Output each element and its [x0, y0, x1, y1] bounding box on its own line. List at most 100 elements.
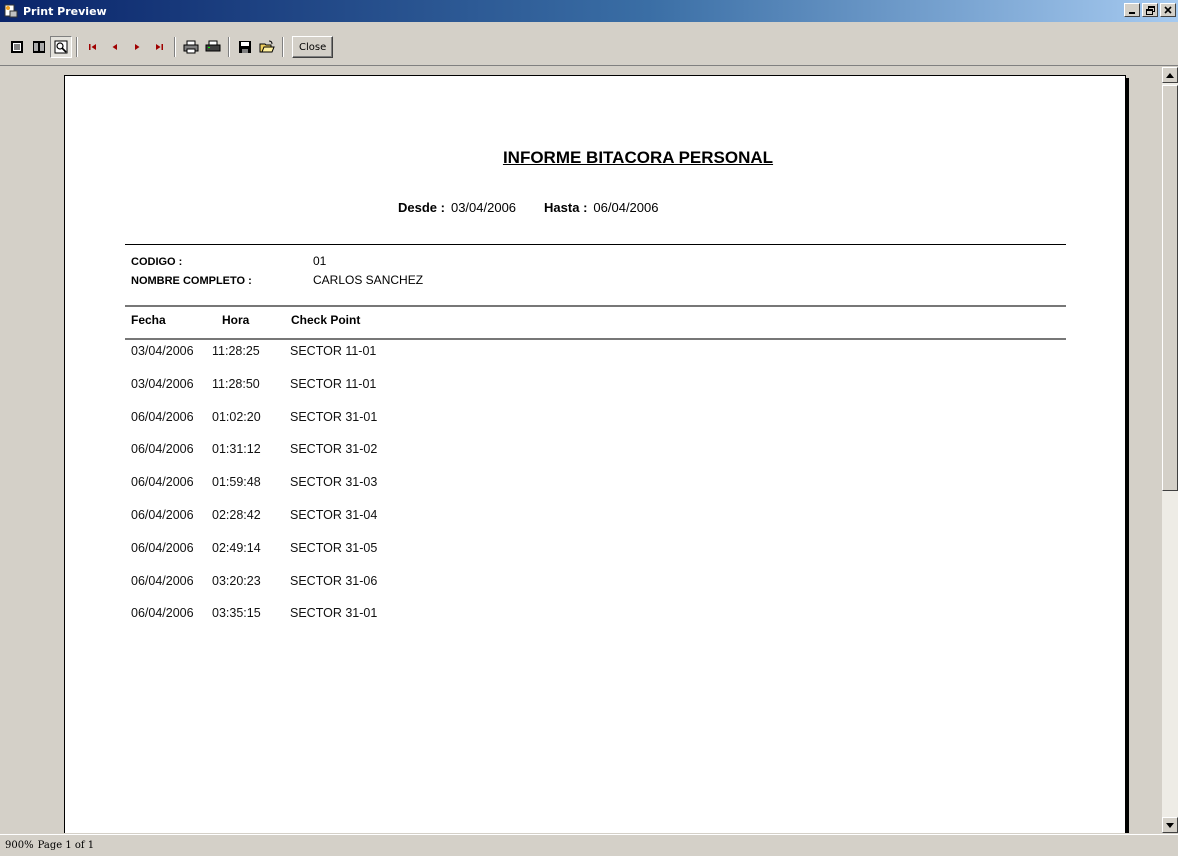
- divider: [125, 338, 1066, 340]
- save-icon: [239, 41, 251, 53]
- codigo-row: CODIGO : 01: [131, 254, 326, 268]
- table-row: 03/04/2006 11:28:50 SECTOR 11-01: [131, 377, 377, 410]
- status-bar: 900% Page 1 of 1: [0, 834, 1178, 856]
- divider: [125, 244, 1066, 245]
- hora-cell: 02:28:42: [212, 507, 261, 522]
- one-page-button[interactable]: [6, 36, 28, 58]
- restore-icon: [1145, 5, 1155, 15]
- fecha-cell: 03/04/2006: [131, 344, 194, 358]
- fecha-cell: 06/04/2006: [131, 409, 194, 424]
- column-header-checkpoint: Check Point: [291, 313, 361, 327]
- hora-cell: 11:28:50: [212, 376, 260, 391]
- table-row: 06/04/2006 02:49:14 SECTOR 31-05: [131, 541, 377, 574]
- fecha-cell: 06/04/2006: [131, 442, 194, 457]
- toolbar-separator: [228, 37, 230, 57]
- close-window-button[interactable]: [1160, 3, 1176, 17]
- divider: [125, 305, 1066, 307]
- checkpoint-cell: SECTOR 11-01: [290, 376, 377, 391]
- two-pages-icon: [33, 41, 45, 53]
- table-row: 06/04/2006 01:59:48 SECTOR 31-03: [131, 475, 377, 508]
- table-row: 06/04/2006 01:02:20 SECTOR 31-01: [131, 410, 377, 443]
- previous-page-icon: [112, 44, 117, 50]
- toolbar-separator: [282, 37, 284, 57]
- title-bar: Print Preview: [0, 0, 1178, 22]
- last-page-button[interactable]: [148, 36, 170, 58]
- hora-cell: 01:31:12: [212, 442, 261, 457]
- desde-label: Desde :: [398, 200, 445, 215]
- table-row: 06/04/2006 02:28:42 SECTOR 31-04: [131, 508, 377, 541]
- arrow-up-icon: [1166, 72, 1174, 78]
- minimize-icon: [1129, 12, 1135, 14]
- nombre-value: CARLOS SANCHEZ: [313, 273, 424, 287]
- table-row: 06/04/2006 03:35:15 SECTOR 31-01: [131, 606, 377, 639]
- fecha-cell: 06/04/2006: [131, 475, 194, 490]
- report-rows: 03/04/2006 11:28:25 SECTOR 11-01 03/04/2…: [131, 344, 377, 639]
- table-row: 06/04/2006 01:31:12 SECTOR 31-02: [131, 442, 377, 475]
- window-title: Print Preview: [23, 4, 107, 18]
- open-icon: [259, 40, 275, 53]
- next-page-button[interactable]: [126, 36, 148, 58]
- save-button[interactable]: [234, 36, 256, 58]
- report-title: INFORME BITACORA PERSONAL: [502, 148, 774, 167]
- checkpoint-cell: SECTOR 31-01: [290, 409, 378, 424]
- hora-cell: 01:59:48: [212, 475, 261, 490]
- hora-cell: 11:28:25: [212, 344, 260, 358]
- preview-area[interactable]: INFORME BITACORA PERSONAL Desde : 03/04/…: [0, 67, 1162, 833]
- toolbar: Close: [0, 22, 1178, 66]
- desde-value: 03/04/2006: [450, 200, 517, 215]
- close-icon: [1164, 6, 1172, 14]
- zoom-button[interactable]: [50, 36, 72, 58]
- hora-cell: 02:49:14: [212, 540, 261, 555]
- column-header-hora: Hora: [222, 313, 250, 327]
- fecha-cell: 06/04/2006: [131, 507, 194, 522]
- print-setup-icon: [205, 40, 221, 52]
- report-page: INFORME BITACORA PERSONAL Desde : 03/04/…: [64, 75, 1126, 833]
- date-range: Desde : 03/04/2006 Hasta : 06/04/2006: [398, 200, 680, 215]
- restore-button[interactable]: [1142, 3, 1158, 17]
- checkpoint-cell: SECTOR 31-06: [290, 573, 378, 588]
- fecha-cell: 03/04/2006: [131, 376, 194, 391]
- codigo-label: CODIGO :: [131, 256, 183, 268]
- toolbar-separator: [174, 37, 176, 57]
- close-button[interactable]: Close: [292, 36, 334, 58]
- print-button[interactable]: [180, 36, 202, 58]
- checkpoint-cell: SECTOR 31-05: [290, 540, 378, 555]
- scroll-down-button[interactable]: [1162, 817, 1178, 833]
- hora-cell: 03:35:15: [212, 606, 261, 621]
- print-setup-button[interactable]: [202, 36, 224, 58]
- print-icon: [183, 40, 199, 54]
- zoom-icon: [54, 40, 68, 54]
- first-page-icon: [89, 44, 96, 50]
- column-header-fecha: Fecha: [131, 313, 166, 327]
- first-page-button[interactable]: [82, 36, 104, 58]
- table-row: 06/04/2006 03:20:23 SECTOR 31-06: [131, 574, 377, 607]
- hasta-value: 06/04/2006: [593, 200, 659, 215]
- previous-page-button[interactable]: [104, 36, 126, 58]
- hora-cell: 03:20:23: [212, 573, 261, 588]
- nombre-row: NOMBRE COMPLETO : CARLOS SANCHEZ: [131, 273, 423, 287]
- vertical-scrollbar[interactable]: [1162, 67, 1178, 833]
- zoom-level: 900%: [5, 840, 34, 851]
- toolbar-separator: [76, 37, 78, 57]
- fecha-cell: 06/04/2006: [131, 573, 194, 588]
- fecha-cell: 06/04/2006: [131, 540, 194, 555]
- next-page-icon: [135, 44, 140, 50]
- checkpoint-cell: SECTOR 31-02: [290, 442, 378, 457]
- two-pages-button[interactable]: [28, 36, 50, 58]
- hora-cell: 01:02:20: [212, 409, 261, 424]
- scroll-thumb[interactable]: [1162, 85, 1178, 491]
- checkpoint-cell: SECTOR 31-01: [290, 606, 378, 621]
- fecha-cell: 06/04/2006: [131, 606, 194, 621]
- hasta-label: Hasta :: [544, 200, 588, 215]
- last-page-icon: [156, 44, 163, 50]
- one-page-icon: [11, 41, 23, 53]
- codigo-value: 01: [313, 254, 327, 268]
- print-preview-app-icon: [3, 3, 19, 19]
- checkpoint-cell: SECTOR 31-04: [290, 507, 378, 522]
- table-row: 03/04/2006 11:28:25 SECTOR 11-01: [131, 344, 377, 377]
- scroll-up-button[interactable]: [1162, 67, 1178, 83]
- arrow-down-icon: [1166, 822, 1174, 828]
- open-button[interactable]: [256, 36, 278, 58]
- page-indicator: Page 1 of 1: [37, 840, 95, 851]
- minimize-button[interactable]: [1124, 3, 1140, 17]
